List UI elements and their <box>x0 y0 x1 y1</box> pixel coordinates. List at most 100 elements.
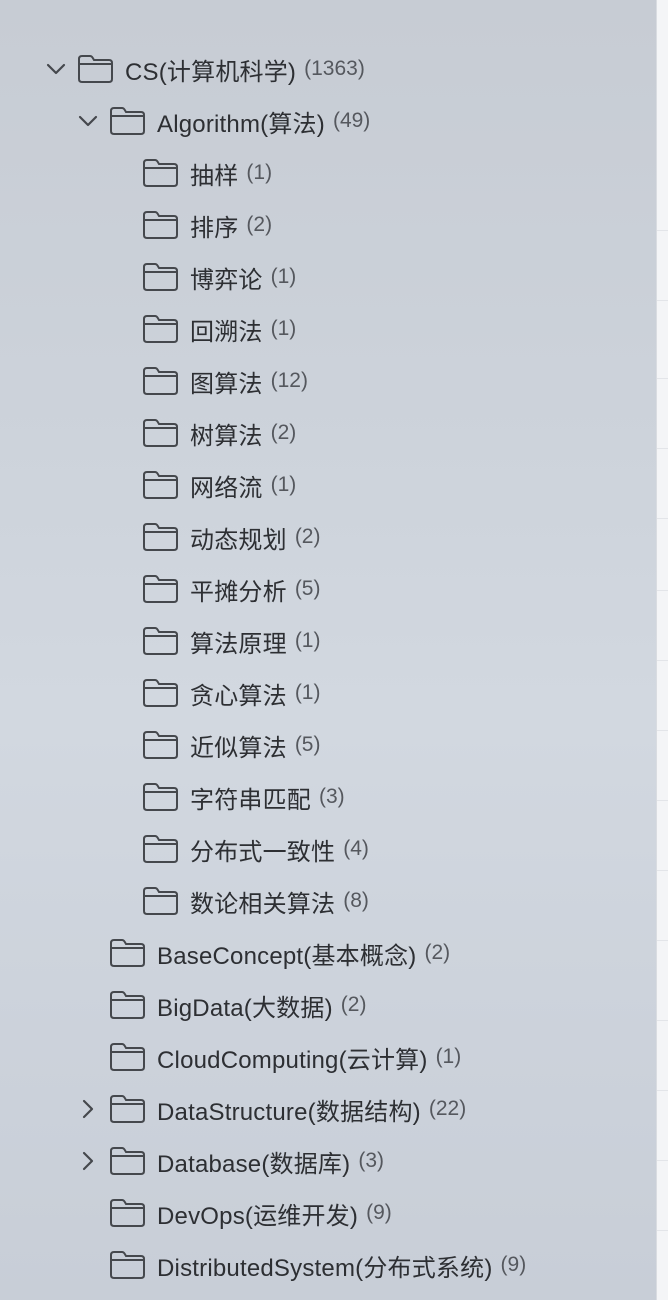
tree-item-algorithm-child[interactable]: 动态规划 (2) <box>0 511 656 563</box>
tree-item-label: CS(计算机科学) <box>125 58 297 86</box>
folder-icon <box>142 314 179 344</box>
tree-item-label: 回溯法 <box>190 318 263 346</box>
folder-icon <box>142 626 179 656</box>
divider-tick <box>657 1020 668 1021</box>
sidebar: CS(计算机科学) (1363) Algorithm(算法) (49) 抽样 (1… <box>0 0 656 1300</box>
folder-icon <box>142 522 179 552</box>
tree-item-algorithm-child[interactable]: 字符串匹配 (3) <box>0 771 656 823</box>
folder-icon <box>109 990 146 1020</box>
item-count: (2) <box>424 941 451 964</box>
tree-item-label: Database(数据库) <box>157 1150 351 1178</box>
tree-item-baseconcept[interactable]: BaseConcept(基本概念) (2) <box>0 927 656 979</box>
tree-item-label: Algorithm(算法) <box>157 110 325 138</box>
divider-tick <box>657 940 668 941</box>
divider-tick <box>657 1230 668 1231</box>
chevron-right-icon[interactable] <box>76 1097 100 1121</box>
item-count: (2) <box>270 421 297 444</box>
tree-item-cs[interactable]: CS(计算机科学) (1363) <box>0 43 656 95</box>
tree-item-label: 排序 <box>190 214 239 242</box>
chevron-down-icon[interactable] <box>76 109 100 133</box>
item-count: (1) <box>435 1045 462 1068</box>
item-count: (1) <box>246 161 273 184</box>
tree-item-algorithm-child[interactable]: 网络流 (1) <box>0 459 656 511</box>
tree-item-algorithm-child[interactable]: 抽样 (1) <box>0 147 656 199</box>
item-count: (22) <box>428 1097 467 1120</box>
divider-tick <box>657 730 668 731</box>
content-pane-edge <box>656 0 668 1300</box>
item-count: (1363) <box>304 57 365 80</box>
folder-icon <box>142 158 179 188</box>
folder-icon <box>142 782 179 812</box>
folder-icon <box>109 1094 146 1124</box>
chevron-right-icon[interactable] <box>76 1149 100 1173</box>
tree-item-label: 贪心算法 <box>190 682 287 710</box>
folder-icon <box>109 106 146 136</box>
item-count: (1) <box>294 629 321 652</box>
divider-tick <box>657 660 668 661</box>
tree-item-label: 数论相关算法 <box>190 890 336 918</box>
item-count: (5) <box>294 733 321 756</box>
tree-item-label: DistributedSystem(分布式系统) <box>157 1254 493 1282</box>
tree-item-label: 抽样 <box>190 162 239 190</box>
folder-icon <box>109 1198 146 1228</box>
chevron-down-icon[interactable] <box>44 57 68 81</box>
folder-icon <box>142 574 179 604</box>
tree-item-label: 算法原理 <box>190 630 287 658</box>
divider-tick <box>657 448 668 449</box>
divider-tick <box>657 518 668 519</box>
tree-item-algorithm-child[interactable]: 分布式一致性 (4) <box>0 823 656 875</box>
item-count: (3) <box>319 785 345 808</box>
tree-item-label: BaseConcept(基本概念) <box>157 942 417 970</box>
tree-item-bigdata[interactable]: BigData(大数据) (2) <box>0 979 656 1031</box>
tree-item-label: 博弈论 <box>190 266 263 294</box>
folder-icon <box>142 366 179 396</box>
tree-item-datastructure[interactable]: DataStructure(数据结构) (22) <box>0 1083 656 1135</box>
folder-icon <box>109 1146 146 1176</box>
tree-item-label: 分布式一致性 <box>190 838 336 866</box>
item-count: (2) <box>246 213 273 236</box>
algorithm-children: 抽样 (1) 排序 (2) 博弈论 (1) 回溯法 (1) 图算法 (12) 树算法 (2) 网络流 (1… <box>0 147 656 927</box>
folder-icon <box>109 1250 146 1280</box>
divider-tick <box>657 1090 668 1091</box>
tree-item-label: 近似算法 <box>190 734 287 762</box>
tree-item-label: DevOps(运维开发) <box>157 1202 359 1230</box>
tree-item-algorithm-child[interactable]: 近似算法 (5) <box>0 719 656 771</box>
divider-tick <box>657 378 668 379</box>
tree-item-label: 树算法 <box>190 422 263 450</box>
folder-icon <box>109 938 146 968</box>
divider-tick <box>657 590 668 591</box>
item-count: (3) <box>358 1149 384 1172</box>
tree-item-algorithm-child[interactable]: 贪心算法 (1) <box>0 667 656 719</box>
tree-item-devops[interactable]: DevOps(运维开发) (9) <box>0 1187 656 1239</box>
tree-item-algorithm-child[interactable]: 算法原理 (1) <box>0 615 656 667</box>
tree-item-algorithm-child[interactable]: 数论相关算法 (8) <box>0 875 656 927</box>
tree-item-algorithm[interactable]: Algorithm(算法) (49) <box>0 95 656 147</box>
folder-icon <box>142 262 179 292</box>
tree-item-label: 网络流 <box>190 474 263 502</box>
folder-icon <box>109 1042 146 1072</box>
tree-item-algorithm-child[interactable]: 排序 (2) <box>0 199 656 251</box>
tree-item-label: 图算法 <box>190 370 263 398</box>
folder-icon <box>142 886 179 916</box>
item-count: (1) <box>270 265 297 288</box>
tree-item-algorithm-child[interactable]: 图算法 (12) <box>0 355 656 407</box>
divider-tick <box>657 230 668 231</box>
tree-item-label: BigData(大数据) <box>157 994 333 1022</box>
folder-icon <box>142 418 179 448</box>
item-count: (49) <box>332 109 371 132</box>
divider-tick <box>657 300 668 301</box>
folder-icon <box>142 730 179 760</box>
tree-item-cloudcomputing[interactable]: CloudComputing(云计算) (1) <box>0 1031 656 1083</box>
divider-tick <box>657 1160 668 1161</box>
item-count: (5) <box>294 577 321 600</box>
tree-item-algorithm-child[interactable]: 树算法 (2) <box>0 407 656 459</box>
item-count: (12) <box>270 369 308 392</box>
folder-icon <box>142 470 179 500</box>
folder-icon <box>142 834 179 864</box>
tree-item-distributedsystem[interactable]: DistributedSystem(分布式系统) (9) <box>0 1239 656 1291</box>
tree-item-database[interactable]: Database(数据库) (3) <box>0 1135 656 1187</box>
tree-item-algorithm-child[interactable]: 平摊分析 (5) <box>0 563 656 615</box>
item-count: (2) <box>340 993 367 1016</box>
tree-item-algorithm-child[interactable]: 回溯法 (1) <box>0 303 656 355</box>
tree-item-algorithm-child[interactable]: 博弈论 (1) <box>0 251 656 303</box>
